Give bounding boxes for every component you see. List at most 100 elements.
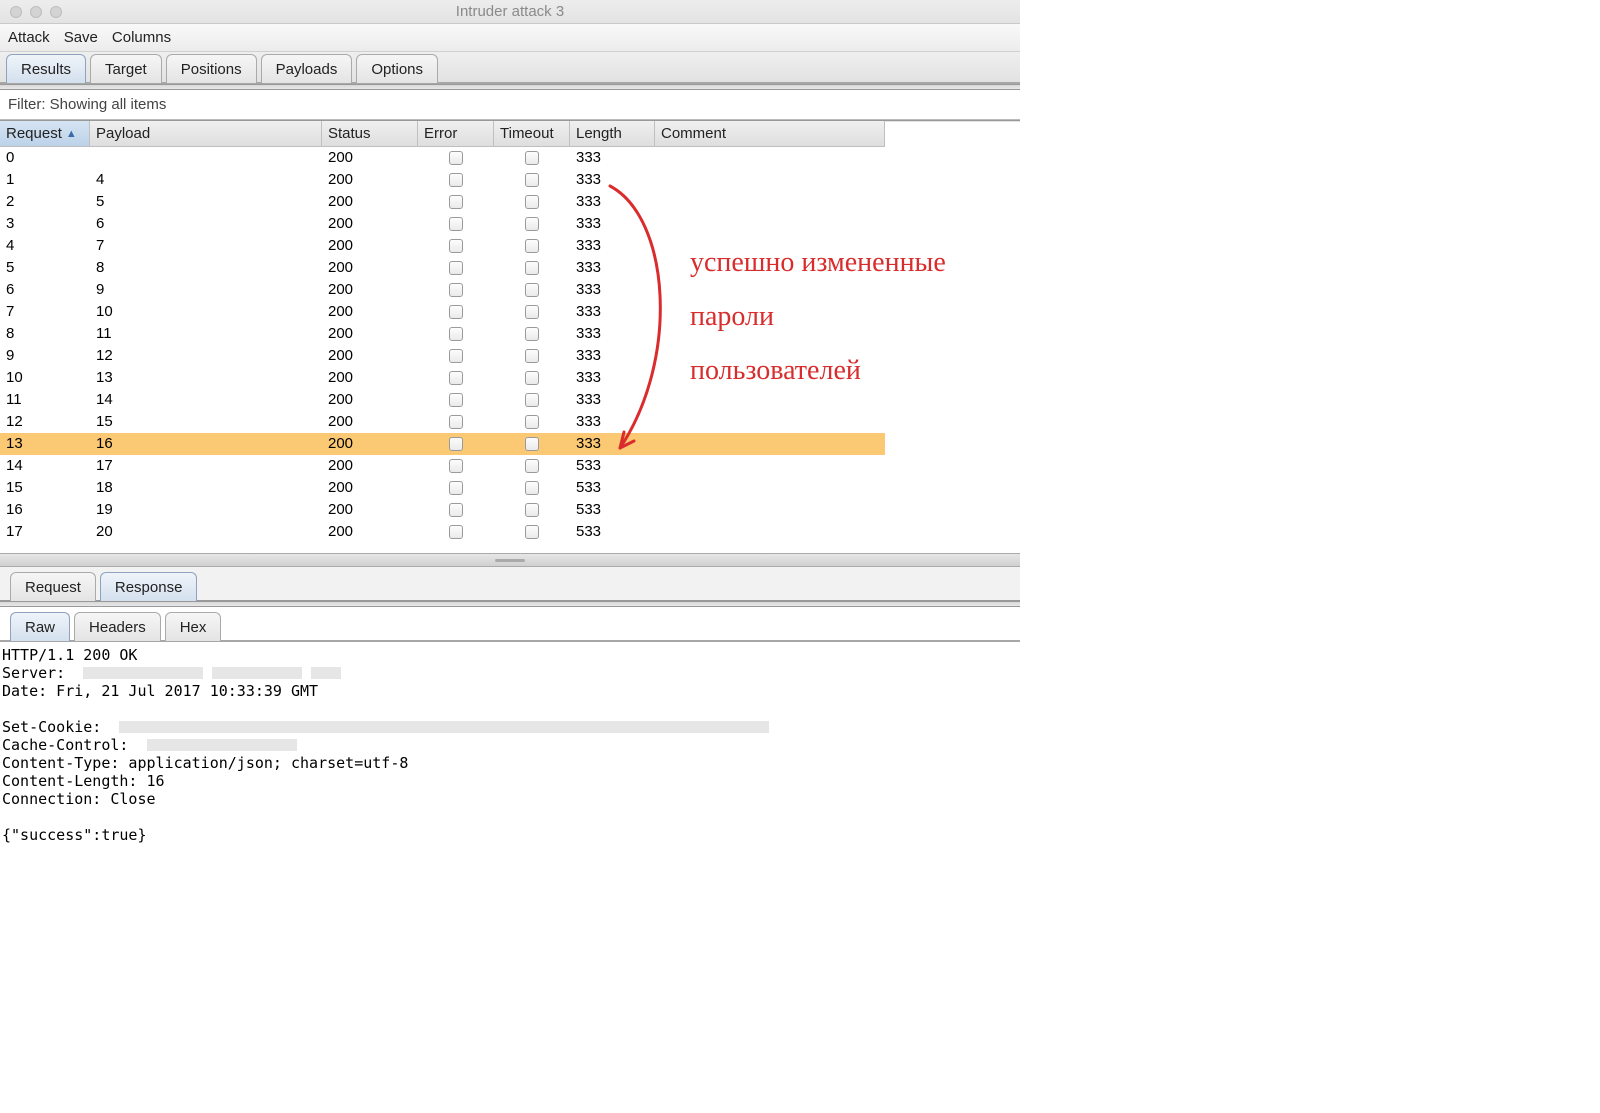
cell-error xyxy=(418,345,494,367)
cell-error xyxy=(418,389,494,411)
cell-payload: 4 xyxy=(90,169,322,191)
cell-error xyxy=(418,411,494,433)
cell-comment xyxy=(655,191,885,213)
column-header-comment[interactable]: Comment xyxy=(655,121,885,147)
filter-bar[interactable]: Filter: Showing all items xyxy=(0,90,1020,120)
cell-payload: 14 xyxy=(90,389,322,411)
response-line: Set-Cookie: xyxy=(2,718,1018,736)
redaction-block xyxy=(147,739,297,751)
cell-status: 200 xyxy=(322,279,418,301)
menu-save[interactable]: Save xyxy=(64,29,98,46)
error-checkbox xyxy=(449,261,463,275)
results-table: Request▲PayloadStatusErrorTimeoutLengthC… xyxy=(0,121,1020,543)
response-line: HTTP/1.1 200 OK xyxy=(2,646,1018,664)
view-tabs: RawHeadersHex xyxy=(0,607,1020,642)
pane-splitter[interactable] xyxy=(0,553,1020,567)
cell-comment xyxy=(655,301,885,323)
tab-payloads[interactable]: Payloads xyxy=(261,54,353,83)
cell-payload: 8 xyxy=(90,257,322,279)
cell-status: 200 xyxy=(322,455,418,477)
close-window-icon[interactable] xyxy=(10,6,22,18)
column-header-length[interactable]: Length xyxy=(570,121,655,147)
grip-icon xyxy=(495,559,525,562)
tab-positions[interactable]: Positions xyxy=(166,54,257,83)
cell-status: 200 xyxy=(322,213,418,235)
cell-status: 200 xyxy=(322,235,418,257)
cell-request: 17 xyxy=(0,521,90,543)
tab-headers[interactable]: Headers xyxy=(74,612,161,641)
timeout-checkbox xyxy=(525,459,539,473)
response-line xyxy=(2,700,1018,718)
error-checkbox xyxy=(449,459,463,473)
cell-payload xyxy=(90,147,322,169)
tab-hex[interactable]: Hex xyxy=(165,612,222,641)
cell-length: 333 xyxy=(570,433,655,455)
column-header-timeout[interactable]: Timeout xyxy=(494,121,570,147)
error-checkbox xyxy=(449,195,463,209)
tab-request[interactable]: Request xyxy=(10,572,96,601)
zoom-window-icon[interactable] xyxy=(50,6,62,18)
cell-timeout xyxy=(494,455,570,477)
response-body[interactable]: HTTP/1.1 200 OKServer: Date: Fri, 21 Jul… xyxy=(0,642,1020,848)
column-header-status[interactable]: Status xyxy=(322,121,418,147)
timeout-checkbox xyxy=(525,371,539,385)
error-checkbox xyxy=(449,239,463,253)
cell-payload: 19 xyxy=(90,499,322,521)
cell-status: 200 xyxy=(322,257,418,279)
cell-length: 533 xyxy=(570,455,655,477)
cell-timeout xyxy=(494,367,570,389)
cell-comment xyxy=(655,169,885,191)
cell-length: 333 xyxy=(570,411,655,433)
cell-comment xyxy=(655,367,885,389)
error-checkbox xyxy=(449,217,463,231)
timeout-checkbox xyxy=(525,283,539,297)
cell-timeout xyxy=(494,389,570,411)
cell-payload: 12 xyxy=(90,345,322,367)
cell-length: 333 xyxy=(570,191,655,213)
tab-options[interactable]: Options xyxy=(356,54,438,83)
timeout-checkbox xyxy=(525,305,539,319)
cell-timeout xyxy=(494,411,570,433)
tab-raw[interactable]: Raw xyxy=(10,612,70,641)
cell-status: 200 xyxy=(322,367,418,389)
error-checkbox xyxy=(449,525,463,539)
tab-results[interactable]: Results xyxy=(6,54,86,83)
cell-request: 10 xyxy=(0,367,90,389)
cell-comment xyxy=(655,499,885,521)
column-header-request[interactable]: Request▲ xyxy=(0,121,90,147)
cell-request: 2 xyxy=(0,191,90,213)
tab-response[interactable]: Response xyxy=(100,572,198,601)
redaction-block xyxy=(311,667,341,679)
cell-status: 200 xyxy=(322,499,418,521)
cell-error xyxy=(418,521,494,543)
error-checkbox xyxy=(449,173,463,187)
column-header-error[interactable]: Error xyxy=(418,121,494,147)
main-tabs: ResultsTargetPositionsPayloadsOptions xyxy=(0,52,1020,84)
column-header-payload[interactable]: Payload xyxy=(90,121,322,147)
menu-columns[interactable]: Columns xyxy=(112,29,171,46)
timeout-checkbox xyxy=(525,481,539,495)
error-checkbox xyxy=(449,393,463,407)
menu-attack[interactable]: Attack xyxy=(8,29,50,46)
timeout-checkbox xyxy=(525,393,539,407)
sort-asc-icon: ▲ xyxy=(66,128,77,140)
cell-error xyxy=(418,191,494,213)
cell-comment xyxy=(655,323,885,345)
error-checkbox xyxy=(449,415,463,429)
cell-request: 12 xyxy=(0,411,90,433)
minimize-window-icon[interactable] xyxy=(30,6,42,18)
cell-status: 200 xyxy=(322,147,418,169)
cell-error xyxy=(418,433,494,455)
request-response-tabs: RequestResponse xyxy=(0,567,1020,601)
cell-payload: 9 xyxy=(90,279,322,301)
cell-timeout xyxy=(494,345,570,367)
cell-request: 0 xyxy=(0,147,90,169)
cell-status: 200 xyxy=(322,433,418,455)
cell-error xyxy=(418,257,494,279)
cell-request: 5 xyxy=(0,257,90,279)
timeout-checkbox xyxy=(525,239,539,253)
tab-target[interactable]: Target xyxy=(90,54,162,83)
timeout-checkbox xyxy=(525,525,539,539)
cell-error xyxy=(418,169,494,191)
cell-timeout xyxy=(494,521,570,543)
